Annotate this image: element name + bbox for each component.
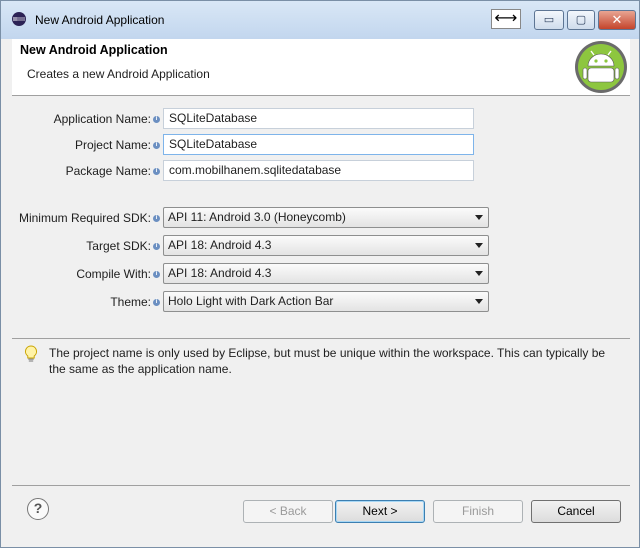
package-name-input[interactable]: com.mobilhanem.sqlitedatabase xyxy=(163,160,474,181)
dropdown-arrow-icon xyxy=(475,243,483,248)
wizard-header: New Android Application Creates a new An… xyxy=(12,39,630,96)
theme-value: Holo Light with Dark Action Bar xyxy=(168,294,334,308)
minimize-button[interactable]: ▭ xyxy=(534,10,564,30)
eclipse-icon xyxy=(12,12,26,26)
divider xyxy=(12,338,630,339)
dropdown-arrow-icon xyxy=(475,215,483,220)
package-name-label: Package Name: xyxy=(65,164,151,178)
wizard-content: Application Name: i SQLiteDatabase Proje… xyxy=(12,97,630,535)
page-title: New Android Application xyxy=(20,43,168,57)
info-icon: i xyxy=(153,271,160,278)
info-icon: i xyxy=(153,299,160,306)
wizard-window: New Android Application ⟷ ▭ ▢ ✕ New Andr… xyxy=(0,0,640,548)
divider xyxy=(12,485,630,486)
target-sdk-select[interactable]: API 18: Android 4.3 xyxy=(163,235,489,256)
min-sdk-label: Minimum Required SDK: xyxy=(18,211,151,225)
dropdown-arrow-icon xyxy=(475,271,483,276)
min-sdk-value: API 11: Android 3.0 (Honeycomb) xyxy=(168,210,346,224)
hint-message: The project name is only used by Eclipse… xyxy=(49,346,606,376)
android-logo-icon xyxy=(575,41,627,93)
theme-select[interactable]: Holo Light with Dark Action Bar xyxy=(163,291,489,312)
compile-with-select[interactable]: API 18: Android 4.3 xyxy=(163,263,489,284)
maximize-button[interactable]: ▢ xyxy=(567,10,595,30)
target-sdk-value: API 18: Android 4.3 xyxy=(168,238,272,252)
title-bar[interactable]: New Android Application ⟷ ▭ ▢ ✕ xyxy=(1,1,639,39)
cancel-button[interactable]: Cancel xyxy=(531,500,621,523)
project-name-input[interactable]: SQLiteDatabase xyxy=(163,134,474,155)
info-icon: i xyxy=(153,116,160,123)
back-button[interactable]: < Back xyxy=(243,500,333,523)
page-subtitle: Creates a new Android Application xyxy=(27,67,210,81)
compile-with-value: API 18: Android 4.3 xyxy=(168,266,272,280)
app-name-input[interactable]: SQLiteDatabase xyxy=(163,108,474,129)
lightbulb-icon xyxy=(24,345,38,362)
info-icon: i xyxy=(153,243,160,250)
app-name-label: Application Name: xyxy=(53,112,151,126)
dropdown-arrow-icon xyxy=(475,299,483,304)
target-sdk-label: Target SDK: xyxy=(86,239,151,253)
help-button[interactable]: ? xyxy=(27,498,49,520)
theme-label: Theme: xyxy=(110,295,151,309)
finish-button[interactable]: Finish xyxy=(433,500,523,523)
resize-arrow-icon: ⟷ xyxy=(491,9,521,29)
info-icon: i xyxy=(153,142,160,149)
min-sdk-select[interactable]: API 11: Android 3.0 (Honeycomb) xyxy=(163,207,489,228)
close-button[interactable]: ✕ xyxy=(598,10,636,30)
window-title: New Android Application xyxy=(35,13,165,27)
info-icon: i xyxy=(153,215,160,222)
project-name-label: Project Name: xyxy=(74,138,151,152)
compile-with-label: Compile With: xyxy=(76,267,151,281)
next-button[interactable]: Next > xyxy=(335,500,425,523)
info-icon: i xyxy=(153,168,160,175)
